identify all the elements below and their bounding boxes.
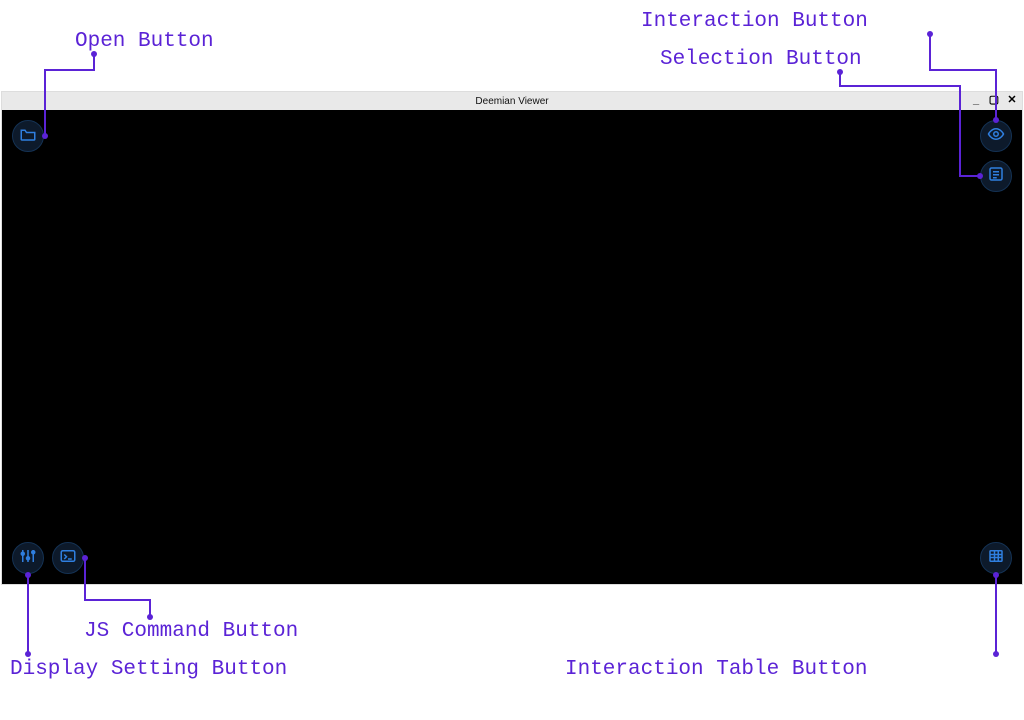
folder-icon xyxy=(19,125,37,148)
label-selection: Selection Button xyxy=(660,48,862,71)
interaction-button[interactable] xyxy=(980,120,1012,152)
app-window: Deemian Viewer _ ▢ ✕ xyxy=(2,92,1022,584)
js-command-button[interactable] xyxy=(52,542,84,574)
label-interaction: Interaction Button xyxy=(641,10,868,33)
window-controls: _ ▢ ✕ xyxy=(970,94,1018,106)
open-button[interactable] xyxy=(12,120,44,152)
window-maximize-button[interactable]: ▢ xyxy=(988,94,1000,106)
label-open: Open Button xyxy=(75,30,214,53)
terminal-icon xyxy=(59,547,77,570)
label-interaction-table: Interaction Table Button xyxy=(565,658,867,681)
label-display-setting: Display Setting Button xyxy=(10,658,287,681)
selection-button[interactable] xyxy=(980,160,1012,192)
list-icon xyxy=(987,165,1005,188)
window-minimize-button[interactable]: _ xyxy=(970,94,982,106)
interaction-table-button[interactable] xyxy=(980,542,1012,574)
viewport[interactable] xyxy=(2,110,1022,584)
window-close-button[interactable]: ✕ xyxy=(1006,94,1018,106)
label-js-command: JS Command Button xyxy=(84,620,298,643)
table-icon xyxy=(987,547,1005,570)
eye-icon xyxy=(987,125,1005,148)
display-setting-button[interactable] xyxy=(12,542,44,574)
sliders-icon xyxy=(19,547,37,570)
window-title: Deemian Viewer xyxy=(475,96,548,107)
window-titlebar: Deemian Viewer _ ▢ ✕ xyxy=(2,92,1022,110)
